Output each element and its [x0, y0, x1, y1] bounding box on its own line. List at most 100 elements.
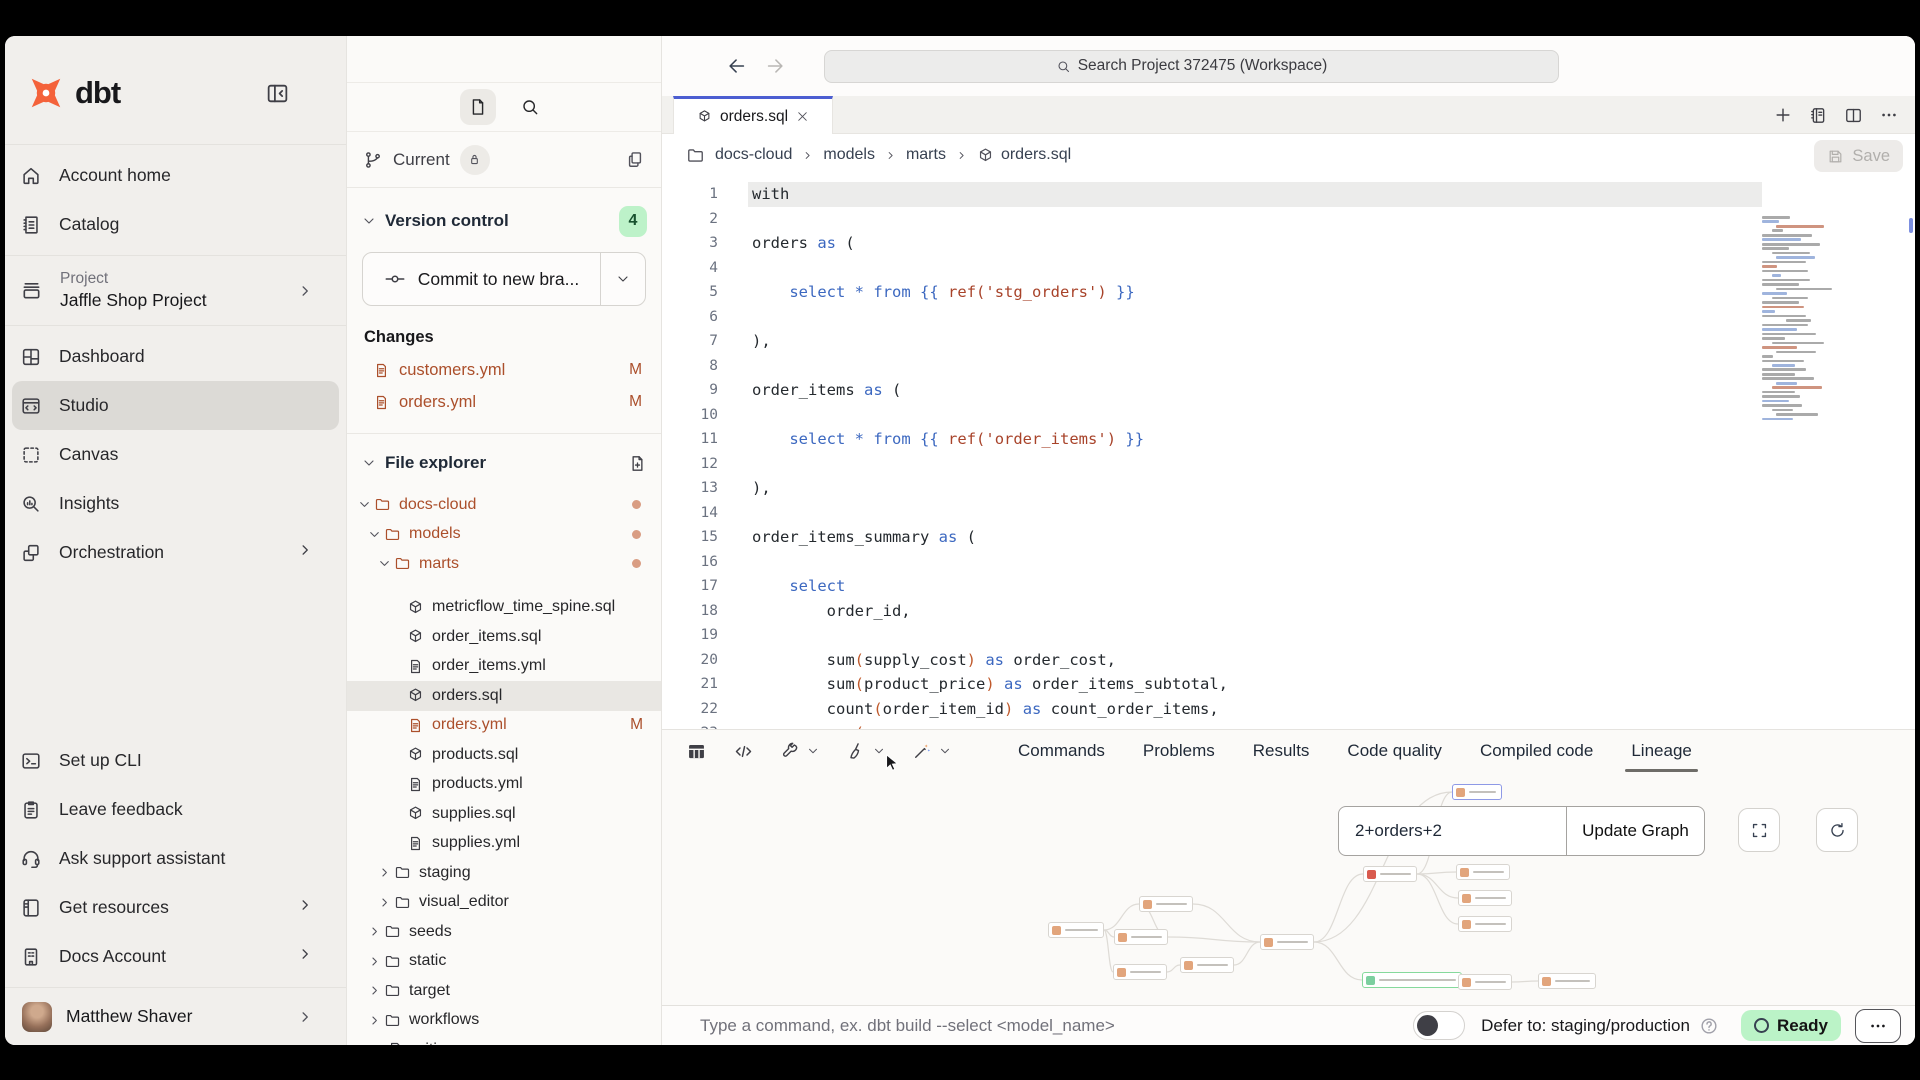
tree-item[interactable]: supplies.sql [347, 799, 661, 829]
sidebar-item-setup-cli[interactable]: Set up CLI [5, 736, 346, 785]
tree-item[interactable]: visual_editor [347, 888, 661, 918]
user-menu[interactable]: Matthew Shaver [5, 987, 346, 1045]
lineage-node[interactable] [1113, 964, 1167, 980]
commit-options-button[interactable] [600, 253, 645, 305]
lineage-node[interactable] [1180, 957, 1234, 973]
code-icon[interactable] [733, 741, 754, 762]
changed-file-row[interactable]: orders.ymlM [347, 386, 661, 418]
tree-item[interactable]: marts [347, 549, 661, 579]
panel-tab-results[interactable]: Results [1253, 730, 1310, 772]
more-actions-button[interactable] [1855, 1009, 1901, 1043]
new-file-icon[interactable] [628, 454, 647, 473]
editor-scrollbar[interactable] [1909, 218, 1913, 233]
file-explorer-toggle-button[interactable] [460, 89, 496, 125]
code-editor[interactable]: 1with23orders as (45 select * from {{ re… [662, 176, 1915, 729]
panel-tab-problems[interactable]: Problems [1143, 730, 1215, 772]
notebook-icon[interactable] [1809, 106, 1828, 125]
sidebar-item-studio[interactable]: Studio [12, 381, 339, 430]
help-icon[interactable] [1699, 1016, 1719, 1036]
tree-item[interactable]: metricflow_time_spine.sql [347, 593, 661, 623]
breadcrumb-item[interactable]: models [823, 146, 875, 164]
tree-item[interactable]: supplies.yml [347, 829, 661, 859]
chevron-down-icon[interactable] [806, 744, 820, 758]
forward-button[interactable] [764, 55, 786, 77]
panel-tab-lineage[interactable]: Lineage [1631, 730, 1692, 772]
defer-toggle[interactable] [1413, 1011, 1465, 1040]
file-explorer-header[interactable]: File explorer [361, 446, 647, 480]
collapse-sidebar-icon[interactable] [265, 81, 290, 106]
tree-item[interactable]: order_items.sql [347, 622, 661, 652]
changed-file-row[interactable]: customers.ymlM [347, 354, 661, 386]
commit-button[interactable]: Commit to new bra... [363, 253, 600, 305]
panel-tab-compiled-code[interactable]: Compiled code [1480, 730, 1593, 772]
back-button[interactable] [726, 55, 748, 77]
tree-item[interactable]: products.sql [347, 740, 661, 770]
sidebar-item-orchestration[interactable]: Orchestration [5, 528, 346, 577]
sidebar-item-get-resources[interactable]: Get resources [5, 883, 346, 932]
more-options-icon[interactable] [1879, 105, 1899, 125]
tree-item[interactable]: orders.ymlM [347, 711, 661, 741]
sidebar-item-label: Studio [59, 395, 109, 416]
tree-item[interactable]: models [347, 520, 661, 550]
new-tab-icon[interactable] [1773, 105, 1793, 125]
sidebar-item-catalog[interactable]: Catalog [5, 200, 346, 249]
sidebar-item-docs-account[interactable]: Docs Account [5, 932, 346, 981]
tree-item[interactable]: products.yml [347, 770, 661, 800]
chevron-down-icon[interactable] [938, 744, 952, 758]
lineage-node[interactable] [1538, 973, 1596, 989]
breadcrumb-item[interactable]: marts [906, 146, 946, 164]
ai-fix-icon[interactable] [912, 741, 932, 761]
sidebar-item-insights[interactable]: Insights [5, 479, 346, 528]
tree-item[interactable]: orders.sql [347, 681, 661, 711]
sidebar-item-canvas[interactable]: Canvas [5, 430, 346, 479]
lineage-node[interactable] [1458, 890, 1512, 906]
tree-item[interactable]: target [347, 976, 661, 1006]
project-search-label: Search Project 372475 (Workspace) [1078, 57, 1328, 75]
lineage-node[interactable] [1114, 929, 1168, 945]
build-tools-icon[interactable] [780, 741, 800, 761]
cleanup-icon[interactable] [846, 741, 866, 761]
lineage-node[interactable] [1458, 974, 1512, 990]
command-input[interactable]: Type a command, ex. dbt build --select <… [700, 1016, 1413, 1036]
lineage-node[interactable] [1452, 784, 1502, 800]
tree-item-label: static [409, 952, 446, 970]
tree-item[interactable]: .gitignore [347, 1035, 661, 1045]
tree-item[interactable]: static [347, 947, 661, 977]
tab-orders-sql[interactable]: orders.sql [673, 96, 833, 134]
project-search-bar[interactable]: Search Project 372475 (Workspace) [824, 50, 1559, 83]
update-graph-button[interactable]: Update Graph [1566, 807, 1704, 855]
lineage-selector-input[interactable]: 2+orders+2 [1339, 807, 1566, 855]
tree-item[interactable]: staging [347, 858, 661, 888]
panel-tab-code-quality[interactable]: Code quality [1347, 730, 1442, 772]
panel-tab-commands[interactable]: Commands [1018, 730, 1105, 772]
version-control-header[interactable]: Version control 4 [361, 204, 647, 238]
lineage-node[interactable] [1362, 972, 1462, 988]
tree-item[interactable]: workflows [347, 1006, 661, 1036]
sidebar-item-leave-feedback[interactable]: Leave feedback [5, 785, 346, 834]
sidebar-item-project[interactable]: Project Jaffle Shop Project [5, 256, 346, 325]
doc-icon [407, 658, 424, 675]
breadcrumb-item[interactable]: orders.sql [1001, 146, 1071, 164]
close-tab-icon[interactable] [796, 110, 809, 123]
tree-item[interactable]: order_items.yml [347, 652, 661, 682]
lineage-node[interactable] [1456, 864, 1510, 880]
lineage-node[interactable] [1048, 922, 1104, 938]
fullscreen-button[interactable] [1738, 808, 1780, 852]
tree-item[interactable]: docs-cloud [347, 490, 661, 520]
sidebar-item-account-home[interactable]: Account home [5, 151, 346, 200]
save-button[interactable]: Save [1814, 140, 1903, 172]
lineage-node[interactable] [1458, 916, 1512, 932]
copy-branch-icon[interactable] [625, 150, 645, 170]
sidebar-item-dashboard[interactable]: Dashboard [5, 332, 346, 381]
split-view-icon[interactable] [1844, 106, 1863, 125]
tree-item[interactable]: seeds [347, 917, 661, 947]
refresh-graph-button[interactable] [1816, 808, 1858, 852]
results-table-icon[interactable] [686, 741, 707, 762]
sidebar-item-ask-support[interactable]: Ask support assistant [5, 834, 346, 883]
lineage-node[interactable] [1260, 934, 1314, 950]
lineage-node[interactable] [1139, 896, 1193, 912]
breadcrumb-item[interactable]: docs-cloud [715, 146, 792, 164]
search-files-button[interactable] [512, 89, 548, 125]
lineage-node[interactable] [1363, 866, 1417, 882]
minimap[interactable] [1762, 216, 1857, 422]
